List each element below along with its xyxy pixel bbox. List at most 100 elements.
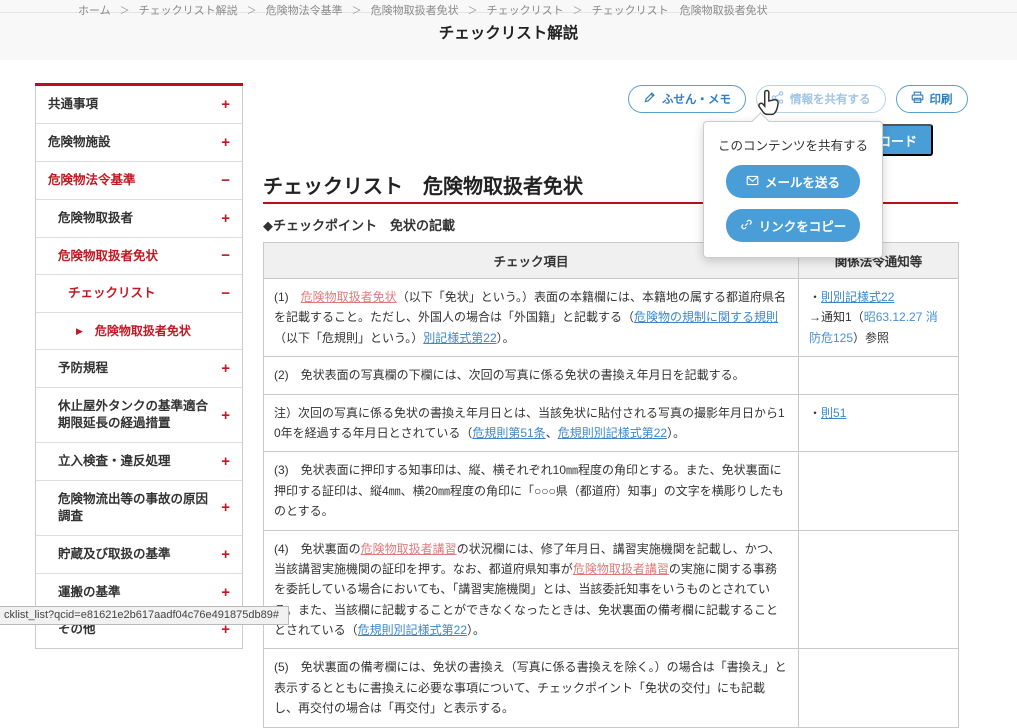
related-law-line: →通知1（昭63.12.27 消防危125）参照: [809, 307, 948, 348]
inline-link[interactable]: 危険物取扱者講習: [573, 562, 669, 576]
check-table-wrap: チェック項目 関係法令通知等 (1) 危険物取扱者免状（以下「免状」という。）表…: [263, 242, 959, 728]
expand-plus-icon[interactable]: +: [221, 454, 230, 469]
sidebar-item[interactable]: 休止屋外タンクの基準適合期限延長の経過措置 +: [36, 388, 242, 444]
expand-plus-icon[interactable]: +: [221, 211, 230, 226]
expand-plus-icon[interactable]: +: [221, 408, 230, 423]
related-law-cell: [798, 529, 959, 650]
copy-link-label: リンクをコピー: [758, 220, 847, 234]
related-law-cell: [798, 356, 959, 395]
sidebar-item[interactable]: 危険物取扱者免状 −: [36, 237, 242, 276]
sidebar-item-label: 危険物流出等の事故の原因調査: [58, 491, 209, 523]
breadcrumb-item: チェックリスト 危険物取扱者免状: [591, 5, 768, 17]
breadcrumb-item[interactable]: 危険物取扱者免状: [371, 5, 459, 17]
table-row: (5) 免状裏面の備考欄には、免状の書換え（写真に係る書換えを除く。）の場合は「…: [263, 648, 959, 728]
check-item-cell: (4) 免状裏面の危険物取扱者講習の状況欄には、修了年月日、講習実施機関を記載し…: [263, 529, 799, 650]
inline-link[interactable]: 危規則第51条: [472, 426, 545, 440]
page-title: チェックリスト解説: [438, 25, 579, 42]
table-row: 注）次回の写真に係る免状の書換え年月日とは、当該免状に貼付される写真の撮影年月日…: [263, 393, 959, 453]
sidebar: 共通事項 + 危険物施設 + 危険物法令基準 − 危険物取扱者 + 危険物取扱者免状 − チェックリ…: [35, 83, 243, 650]
sidebar-item[interactable]: 貯蔵及び取扱の基準 +: [36, 535, 242, 574]
collapse-minus-icon[interactable]: −: [221, 173, 230, 188]
check-item-cell: (2) 免状表面の写真欄の下欄には、次回の写真に係る免状の書換え年月日を記載する…: [263, 356, 799, 395]
collapse-minus-icon[interactable]: −: [221, 286, 230, 301]
sidebar-item-label: 共通事項: [48, 97, 99, 111]
sidebar-item-label: 危険物取扱者免状: [58, 248, 159, 263]
breadcrumb: ホーム ＞ チェックリスト解説 ＞ 危険物法令基準 ＞ 危険物取扱者免状 ＞ チェックリスト ＞ チ…: [78, 2, 768, 18]
sidebar-item[interactable]: ▶ 危険物取扱者免状: [36, 313, 242, 351]
related-law-cell: ・則別記様式22 →通知1（昭63.12.27 消防危125）参照: [798, 277, 959, 358]
sidebar-item[interactable]: 危険物施設 +: [36, 123, 242, 162]
related-law-cell: [798, 648, 959, 728]
sidebar-item[interactable]: 危険物取扱者 +: [36, 199, 242, 238]
breadcrumb-item[interactable]: チェックリスト解説: [139, 5, 238, 17]
text-segment: (4) 免状裏面の: [274, 541, 361, 556]
check-table: チェック項目 関係法令通知等 (1) 危険物取扱者免状（以下「免状」という。）表…: [263, 242, 959, 728]
sidebar-item-label: 危険物取扱者: [58, 210, 134, 225]
inline-link[interactable]: 則別記様式22: [821, 290, 894, 304]
inline-link[interactable]: 危険物の規制に関する規則: [634, 310, 778, 324]
text-segment: 、: [545, 425, 558, 440]
expand-plus-icon[interactable]: +: [221, 135, 230, 150]
inline-link[interactable]: 危険物取扱者免状: [301, 290, 397, 304]
inline-link[interactable]: 危規則別記様式第22: [558, 426, 667, 440]
check-item-cell: 注）次回の写真に係る免状の書換え年月日とは、当該免状に貼付される写真の撮影年月日…: [263, 393, 799, 453]
print-button[interactable]: 印刷: [895, 85, 968, 113]
text-segment: (1): [274, 290, 301, 304]
table-row: (3) 免状表面に押印する知事印は、縦、横それぞれ10㎜程度の角印とする。また、…: [263, 451, 959, 531]
sidebar-item-label: 危険物法令基準: [48, 172, 136, 187]
sidebar-item-label: チェックリスト: [68, 286, 156, 301]
sidebar-item[interactable]: 予防規程 +: [36, 350, 242, 389]
sidebar-item[interactable]: 共通事項 +: [36, 86, 242, 124]
sidebar-item[interactable]: 立入検査・違反処理 +: [36, 443, 242, 481]
inline-link[interactable]: 危規則別記様式第22: [358, 623, 467, 637]
pencil-icon: [643, 91, 656, 107]
inline-link[interactable]: 別記様式第22: [423, 331, 496, 345]
sidebar-item-label: 運搬の基準: [58, 584, 121, 599]
table-row: (1) 危険物取扱者免状（以下「免状」という。）表面の本籍欄には、本籍地の属する…: [263, 277, 959, 358]
share-button[interactable]: 情報を共有する: [756, 85, 886, 113]
text-segment: ・: [809, 405, 822, 420]
mail-icon: [746, 174, 759, 190]
check-item-cell: (5) 免状裏面の備考欄には、免状の書換え（写真に係る書換えを除く。）の場合は「…: [263, 648, 799, 728]
collapse-minus-icon[interactable]: −: [221, 248, 230, 263]
copy-link-button[interactable]: リンクをコピー: [726, 209, 860, 242]
expand-plus-icon[interactable]: +: [221, 547, 230, 562]
inline-link[interactable]: 則51: [821, 406, 846, 420]
note-memo-button[interactable]: ふせん・メモ: [628, 85, 746, 113]
check-item-cell: (1) 危険物取扱者免状（以下「免状」という。）表面の本籍欄には、本籍地の属する…: [263, 277, 799, 358]
breadcrumb-separator-icon: ＞: [246, 6, 257, 17]
text-segment: ・: [809, 290, 822, 304]
expand-plus-icon[interactable]: +: [221, 361, 230, 376]
sidebar-item[interactable]: 危険物流出等の事故の原因調査 +: [36, 480, 242, 536]
expand-plus-icon[interactable]: +: [221, 500, 230, 515]
sidebar-item[interactable]: 危険物法令基準 −: [36, 161, 242, 200]
text-segment: ）参照: [853, 330, 890, 345]
table-row: (2) 免状表面の写真欄の下欄には、次回の写真に係る免状の書換え年月日を記載する…: [263, 356, 959, 395]
text-segment: (3) 免状表面に押印する知事印は、縦、横それぞれ10㎜程度の角印とする。また、…: [274, 463, 784, 519]
text-segment: （以下「危規則」という。）: [274, 330, 424, 345]
breadcrumb-item[interactable]: ホーム: [78, 5, 111, 17]
expand-plus-icon[interactable]: +: [221, 97, 230, 112]
text-segment: (2) 免状表面の写真欄の下欄には、次回の写真に係る免状の書換え年月日を記載する…: [274, 368, 745, 383]
send-mail-button[interactable]: メールを送る: [726, 165, 860, 198]
table-row: (4) 免状裏面の危険物取扱者講習の状況欄には、修了年月日、講習実施機関を記載し…: [263, 529, 959, 650]
breadcrumb-item[interactable]: 危険物法令基準: [266, 5, 343, 17]
sidebar-item-label: 危険物取扱者免状: [94, 324, 191, 339]
check-item-cell: (3) 免状表面に押印する知事印は、縦、横それぞれ10㎜程度の角印とする。また、…: [263, 451, 799, 531]
text-segment: →通知1（: [809, 310, 864, 325]
send-mail-label: メールを送る: [764, 176, 840, 190]
text-segment: ）。: [467, 623, 486, 638]
popup-notch: [751, 112, 770, 131]
related-law-line: ・則別記様式22: [809, 287, 948, 307]
sidebar-item-label: 立入検査・違反処理: [58, 454, 171, 469]
text-segment: (5) 免状裏面の備考欄には、免状の書換え（写真に係る書換えを除く。）の場合は「…: [274, 660, 787, 716]
breadcrumb-item[interactable]: チェックリスト: [487, 5, 564, 17]
sidebar-item-label: 休止屋外タンクの基準適合期限延長の経過措置: [58, 399, 209, 431]
breadcrumb-separator-icon: ＞: [467, 6, 478, 17]
text-segment: ）。: [667, 425, 686, 440]
inline-link[interactable]: 危険物取扱者講習: [361, 542, 457, 556]
sidebar-item[interactable]: チェックリスト −: [36, 275, 242, 314]
expand-plus-icon[interactable]: +: [221, 585, 230, 600]
toolbar: ふせん・メモ 情報を共有する 印刷: [628, 85, 968, 113]
breadcrumb-separator-icon: ＞: [119, 6, 130, 17]
